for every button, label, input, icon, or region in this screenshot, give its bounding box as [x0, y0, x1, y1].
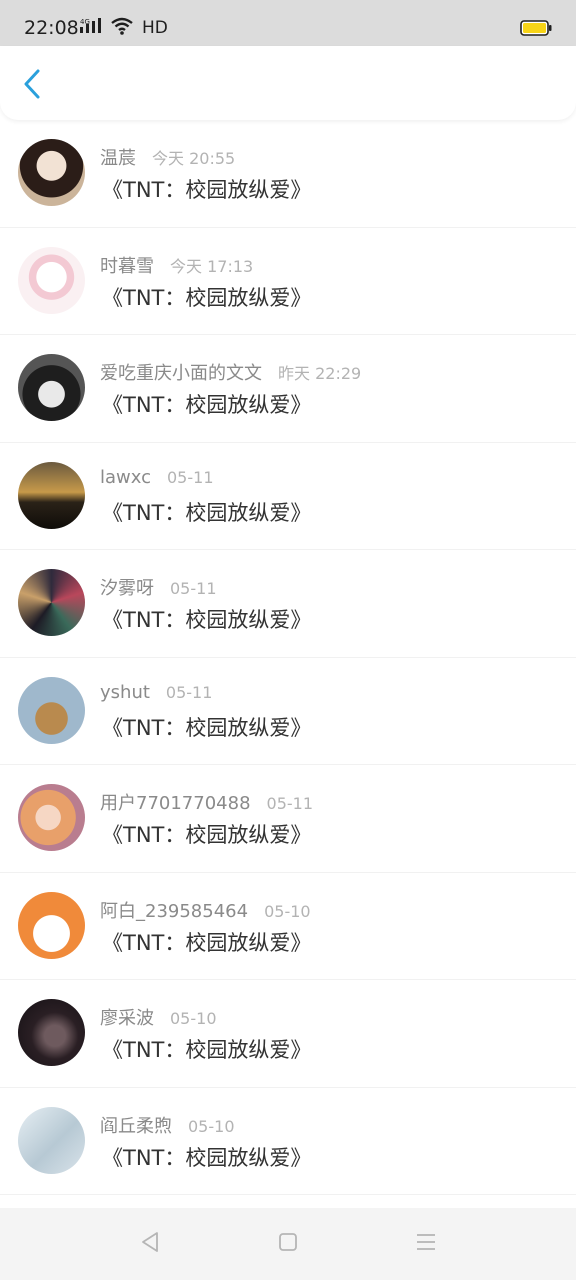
- timestamp: 05-11: [170, 579, 217, 598]
- avatar[interactable]: [18, 139, 85, 206]
- user-name[interactable]: yshut: [100, 682, 150, 703]
- book-title[interactable]: 《TNT：校园放纵爱》: [102, 1034, 311, 1064]
- user-name[interactable]: lawxc: [100, 467, 151, 488]
- avatar[interactable]: [18, 784, 85, 851]
- back-button[interactable]: [16, 68, 48, 104]
- list-item[interactable]: 阿白_239585464 05-10 《TNT：校园放纵爱》: [0, 873, 576, 980]
- list-item[interactable]: 汐雾呀 05-11 《TNT：校园放纵爱》: [0, 550, 576, 658]
- timestamp: 05-10: [170, 1009, 217, 1028]
- top-header: [0, 46, 576, 120]
- user-name[interactable]: 廖采波: [100, 1004, 154, 1030]
- book-title[interactable]: 《TNT：校园放纵爱》: [102, 389, 311, 419]
- avatar[interactable]: [18, 461, 85, 529]
- user-name[interactable]: 用户7701770488: [100, 789, 251, 815]
- wifi-icon: [110, 16, 134, 40]
- square-home-icon: [276, 1230, 300, 1258]
- avatar[interactable]: [18, 354, 85, 421]
- list-item[interactable]: 时暮雪 今天 17:13 《TNT：校园放纵爱》: [0, 228, 576, 335]
- status-time: 22:08: [24, 17, 79, 39]
- book-title[interactable]: 《TNT：校园放纵爱》: [102, 497, 311, 527]
- menu-lines-icon: [414, 1230, 438, 1258]
- timestamp: 05-11: [266, 794, 314, 813]
- timestamp: 05-10: [188, 1116, 235, 1136]
- book-title[interactable]: 《TNT：校园放纵爱》: [102, 927, 311, 957]
- nav-menu-button[interactable]: [410, 1228, 442, 1260]
- timestamp: 今天 20:55: [152, 149, 236, 168]
- book-title[interactable]: 《TNT：校园放纵爱》: [102, 819, 311, 849]
- list-item[interactable]: 温莀 今天 20:55 《TNT：校园放纵爱》: [0, 120, 576, 228]
- book-title[interactable]: 《TNT：校园放纵爱》: [102, 282, 311, 312]
- book-title[interactable]: 《TNT：校园放纵爱》: [102, 1142, 311, 1172]
- list-item[interactable]: 阎丘柔煦 05-10 《TNT：校园放纵爱》: [0, 1088, 576, 1195]
- timestamp: 05-11: [165, 682, 213, 702]
- avatar[interactable]: [18, 246, 85, 314]
- avatar[interactable]: [18, 891, 85, 959]
- reader-list: 温莀 今天 20:55 《TNT：校园放纵爱》 时暮雪 今天 17:13 《TN…: [0, 120, 576, 1195]
- hd-indicator: HD: [142, 18, 168, 38]
- user-name[interactable]: 温莀: [100, 144, 136, 170]
- book-title[interactable]: 《TNT：校园放纵爱》: [102, 712, 311, 742]
- system-nav-bar: [0, 1208, 576, 1280]
- list-item[interactable]: yshut 05-11 《TNT：校园放纵爱》: [0, 658, 576, 765]
- user-name[interactable]: 时暮雪: [100, 252, 154, 278]
- list-item[interactable]: 廖采波 05-10 《TNT：校园放纵爱》: [0, 980, 576, 1088]
- signal-icon: 4G: [80, 16, 104, 40]
- battery-icon: [520, 20, 552, 36]
- book-title[interactable]: 《TNT：校园放纵爱》: [102, 604, 311, 634]
- list-item[interactable]: 用户7701770488 05-11 《TNT：校园放纵爱》: [0, 765, 576, 873]
- timestamp: 05-10: [264, 901, 311, 921]
- user-name[interactable]: 爱吃重庆小面的文文: [100, 359, 262, 385]
- book-title[interactable]: 《TNT：校园放纵爱》: [102, 174, 311, 204]
- avatar[interactable]: [18, 999, 85, 1066]
- triangle-back-icon: [138, 1230, 162, 1258]
- user-name[interactable]: 汐雾呀: [100, 574, 154, 600]
- chevron-left-icon: [22, 68, 42, 104]
- nav-back-button[interactable]: [134, 1228, 166, 1260]
- avatar[interactable]: [18, 569, 85, 636]
- user-name[interactable]: 阎丘柔煦: [100, 1112, 172, 1138]
- nav-home-button[interactable]: [272, 1228, 304, 1260]
- list-item[interactable]: lawxc 05-11 《TNT：校园放纵爱》: [0, 443, 576, 550]
- timestamp: 05-11: [167, 467, 214, 487]
- timestamp: 昨天 22:29: [278, 364, 362, 383]
- user-name[interactable]: 阿白_239585464: [100, 897, 248, 923]
- avatar[interactable]: [18, 1106, 85, 1174]
- list-item[interactable]: 爱吃重庆小面的文文 昨天 22:29 《TNT：校园放纵爱》: [0, 335, 576, 443]
- avatar[interactable]: [18, 676, 85, 744]
- status-icons: 4G HD: [80, 16, 168, 40]
- timestamp: 今天 17:13: [170, 256, 254, 276]
